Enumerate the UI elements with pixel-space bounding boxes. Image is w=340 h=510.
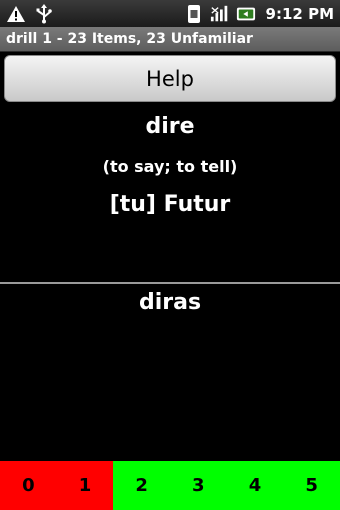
sim-icon — [184, 4, 204, 24]
grade-button-3[interactable]: 3 — [169, 461, 227, 510]
help-button-container: Help — [0, 52, 340, 106]
question-gloss: (to say; to tell) — [102, 157, 238, 176]
usb-icon — [34, 3, 54, 24]
drill-title: drill 1 - 23 Items, 23 Unfamiliar — [0, 27, 340, 52]
question-tense: [tu] Futur — [109, 192, 231, 217]
signal-icon — [210, 4, 230, 24]
grade-bar: 0 1 2 3 4 5 — [0, 461, 340, 510]
grade-button-0[interactable]: 0 — [0, 461, 57, 510]
answer-text: diras — [138, 290, 202, 315]
card-divider — [0, 282, 340, 284]
question-card: dire (to say; to tell) [tu] Futur — [0, 108, 340, 280]
clock-time: 9:12 PM — [265, 4, 334, 23]
grade-button-4[interactable]: 4 — [226, 461, 284, 510]
question-word: dire — [145, 114, 195, 139]
grade-button-5[interactable]: 5 — [283, 461, 340, 510]
grade-button-1[interactable]: 1 — [56, 461, 114, 510]
grade-button-2[interactable]: 2 — [113, 461, 170, 510]
warning-icon — [6, 4, 26, 24]
status-bar: 9:12 PM — [0, 0, 340, 27]
battery-icon — [236, 4, 256, 24]
help-button[interactable]: Help — [4, 55, 336, 102]
